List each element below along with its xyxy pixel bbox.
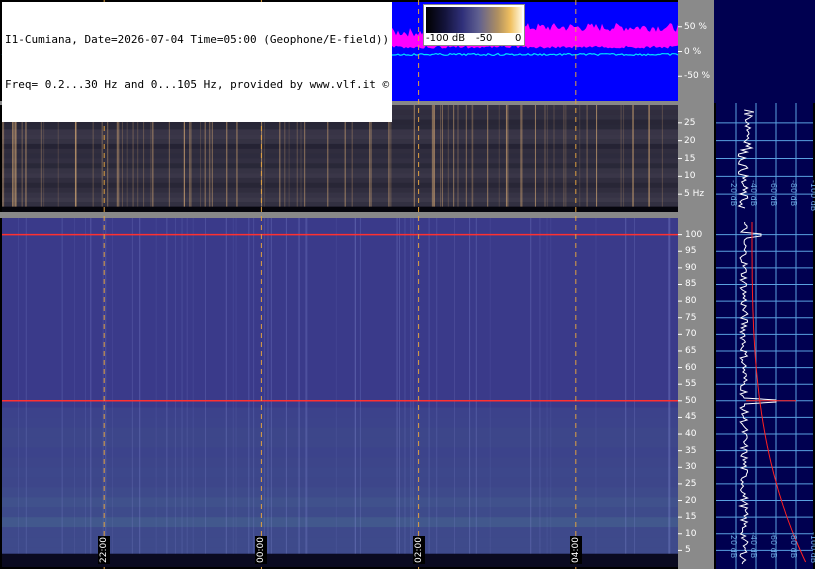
spec-low-tick-label-4: 5 Hz <box>684 189 705 200</box>
time-label-3: 04:00 <box>569 536 582 564</box>
colorbar-gradient <box>426 7 522 33</box>
spec-low-band-7 <box>2 139 678 144</box>
colorbar-label-mid: -50 <box>476 33 493 44</box>
side-db-label-0-0: -100 dB <box>809 180 815 212</box>
spec-high-tick-label-10: 50 <box>685 395 697 406</box>
spec-high-tick-label-3: 85 <box>685 279 697 290</box>
spec-high-tick-label-15: 25 <box>685 478 697 489</box>
spec-low-band-10 <box>2 153 678 159</box>
spec-low-tick-label-3: 10 <box>684 171 696 182</box>
time-label-0: 22:00 <box>98 536 111 564</box>
spec-high-tick-label-13: 35 <box>685 445 697 456</box>
spec-high-tick-label-7: 65 <box>685 345 697 356</box>
spec-low-band-6 <box>2 134 678 140</box>
colorbar-label-max: 0 <box>515 33 522 44</box>
spec-high-tick-label-0: 100 <box>685 229 703 240</box>
spec-low-band-18 <box>2 192 678 198</box>
side-db-label-1-3: -40 dB <box>749 532 758 559</box>
spec-low-tick-label-2: 15 <box>684 153 696 164</box>
spec-low-tick-label-0: 25 <box>684 117 696 128</box>
spec-high-tick-label-8: 60 <box>685 362 697 373</box>
waveform-tick-label-0: 50 % <box>684 21 707 32</box>
spec-high-tick-label-1: 95 <box>685 246 697 257</box>
vlf-spectrogram-display: I1-Cumiana, Date=2026-07-04 Time=05:00 (… <box>0 0 815 569</box>
colorbar-label-min: -100 dB <box>426 33 466 44</box>
station-info-line2: Freq= 0.2...30 Hz and 0...105 Hz, provid… <box>5 78 390 91</box>
spec-high-tick-label-2: 90 <box>685 262 697 273</box>
time-label-2: 02:00 <box>412 536 425 564</box>
spec-low-band-8 <box>2 143 678 149</box>
spec-low-band-19 <box>2 197 678 203</box>
side-spectrum-panel <box>716 103 813 569</box>
spec-low-tick-label-1: 20 <box>684 135 696 146</box>
spec-low-band-17 <box>2 187 678 193</box>
side-db-label-0-3: -40 dB <box>749 180 758 207</box>
spec-high-tick-label-9: 55 <box>685 379 697 390</box>
spec-low-band-9 <box>2 148 678 154</box>
spec-low-band-16 <box>2 182 678 188</box>
spec-low-band-15 <box>2 177 678 183</box>
spec-low-band-12 <box>2 163 678 169</box>
side-db-label-1-4: -20 dB <box>729 532 738 559</box>
side-db-label-0-1: -80 dB <box>789 180 798 207</box>
spec-low-floor <box>2 206 678 212</box>
side-db-label-1-0: -100 dB <box>809 532 815 564</box>
spec-high-tick-label-6: 70 <box>685 329 697 340</box>
spec-low-band-4 <box>2 124 678 130</box>
side-db-label-1-2: -60 dB <box>769 532 778 559</box>
spec-high-tick-label-16: 20 <box>685 495 697 506</box>
spec-low-band-11 <box>2 158 678 164</box>
spec-high-tick-label-4: 80 <box>685 296 697 307</box>
spec-high-tick-label-18: 10 <box>685 528 697 539</box>
spec-low-band-14 <box>2 173 678 178</box>
spec-high-tick-label-5: 75 <box>685 312 697 323</box>
spec-low-band-5 <box>2 129 678 135</box>
station-info-line1: I1-Cumiana, Date=2026-07-04 Time=05:00 (… <box>5 33 390 46</box>
waveform-tick-label-1: 0 % <box>684 46 702 57</box>
spec-high-tick-label-19: 5 <box>685 545 691 556</box>
side-db-label-1-1: -80 dB <box>789 532 798 559</box>
side-db-label-0-2: -60 dB <box>769 180 778 207</box>
spec-low-band-13 <box>2 168 678 174</box>
side-db-label-0-4: -20 dB <box>729 180 738 207</box>
spec-high-tick-label-12: 40 <box>685 429 697 440</box>
waveform-tick-label-2: -50 % <box>684 71 711 82</box>
time-label-1: 00:00 <box>255 536 268 564</box>
spec-high-tick-label-11: 45 <box>685 412 697 423</box>
station-info-box: I1-Cumiana, Date=2026-07-04 Time=05:00 (… <box>2 2 393 122</box>
spec-high-tick-label-17: 15 <box>685 512 697 523</box>
colorbar-legend: -100 dB -50 0 <box>423 4 525 46</box>
spec-high-tick-label-14: 30 <box>685 462 697 473</box>
spec-low-band-20 <box>2 202 678 208</box>
side-top-panel <box>714 0 815 103</box>
